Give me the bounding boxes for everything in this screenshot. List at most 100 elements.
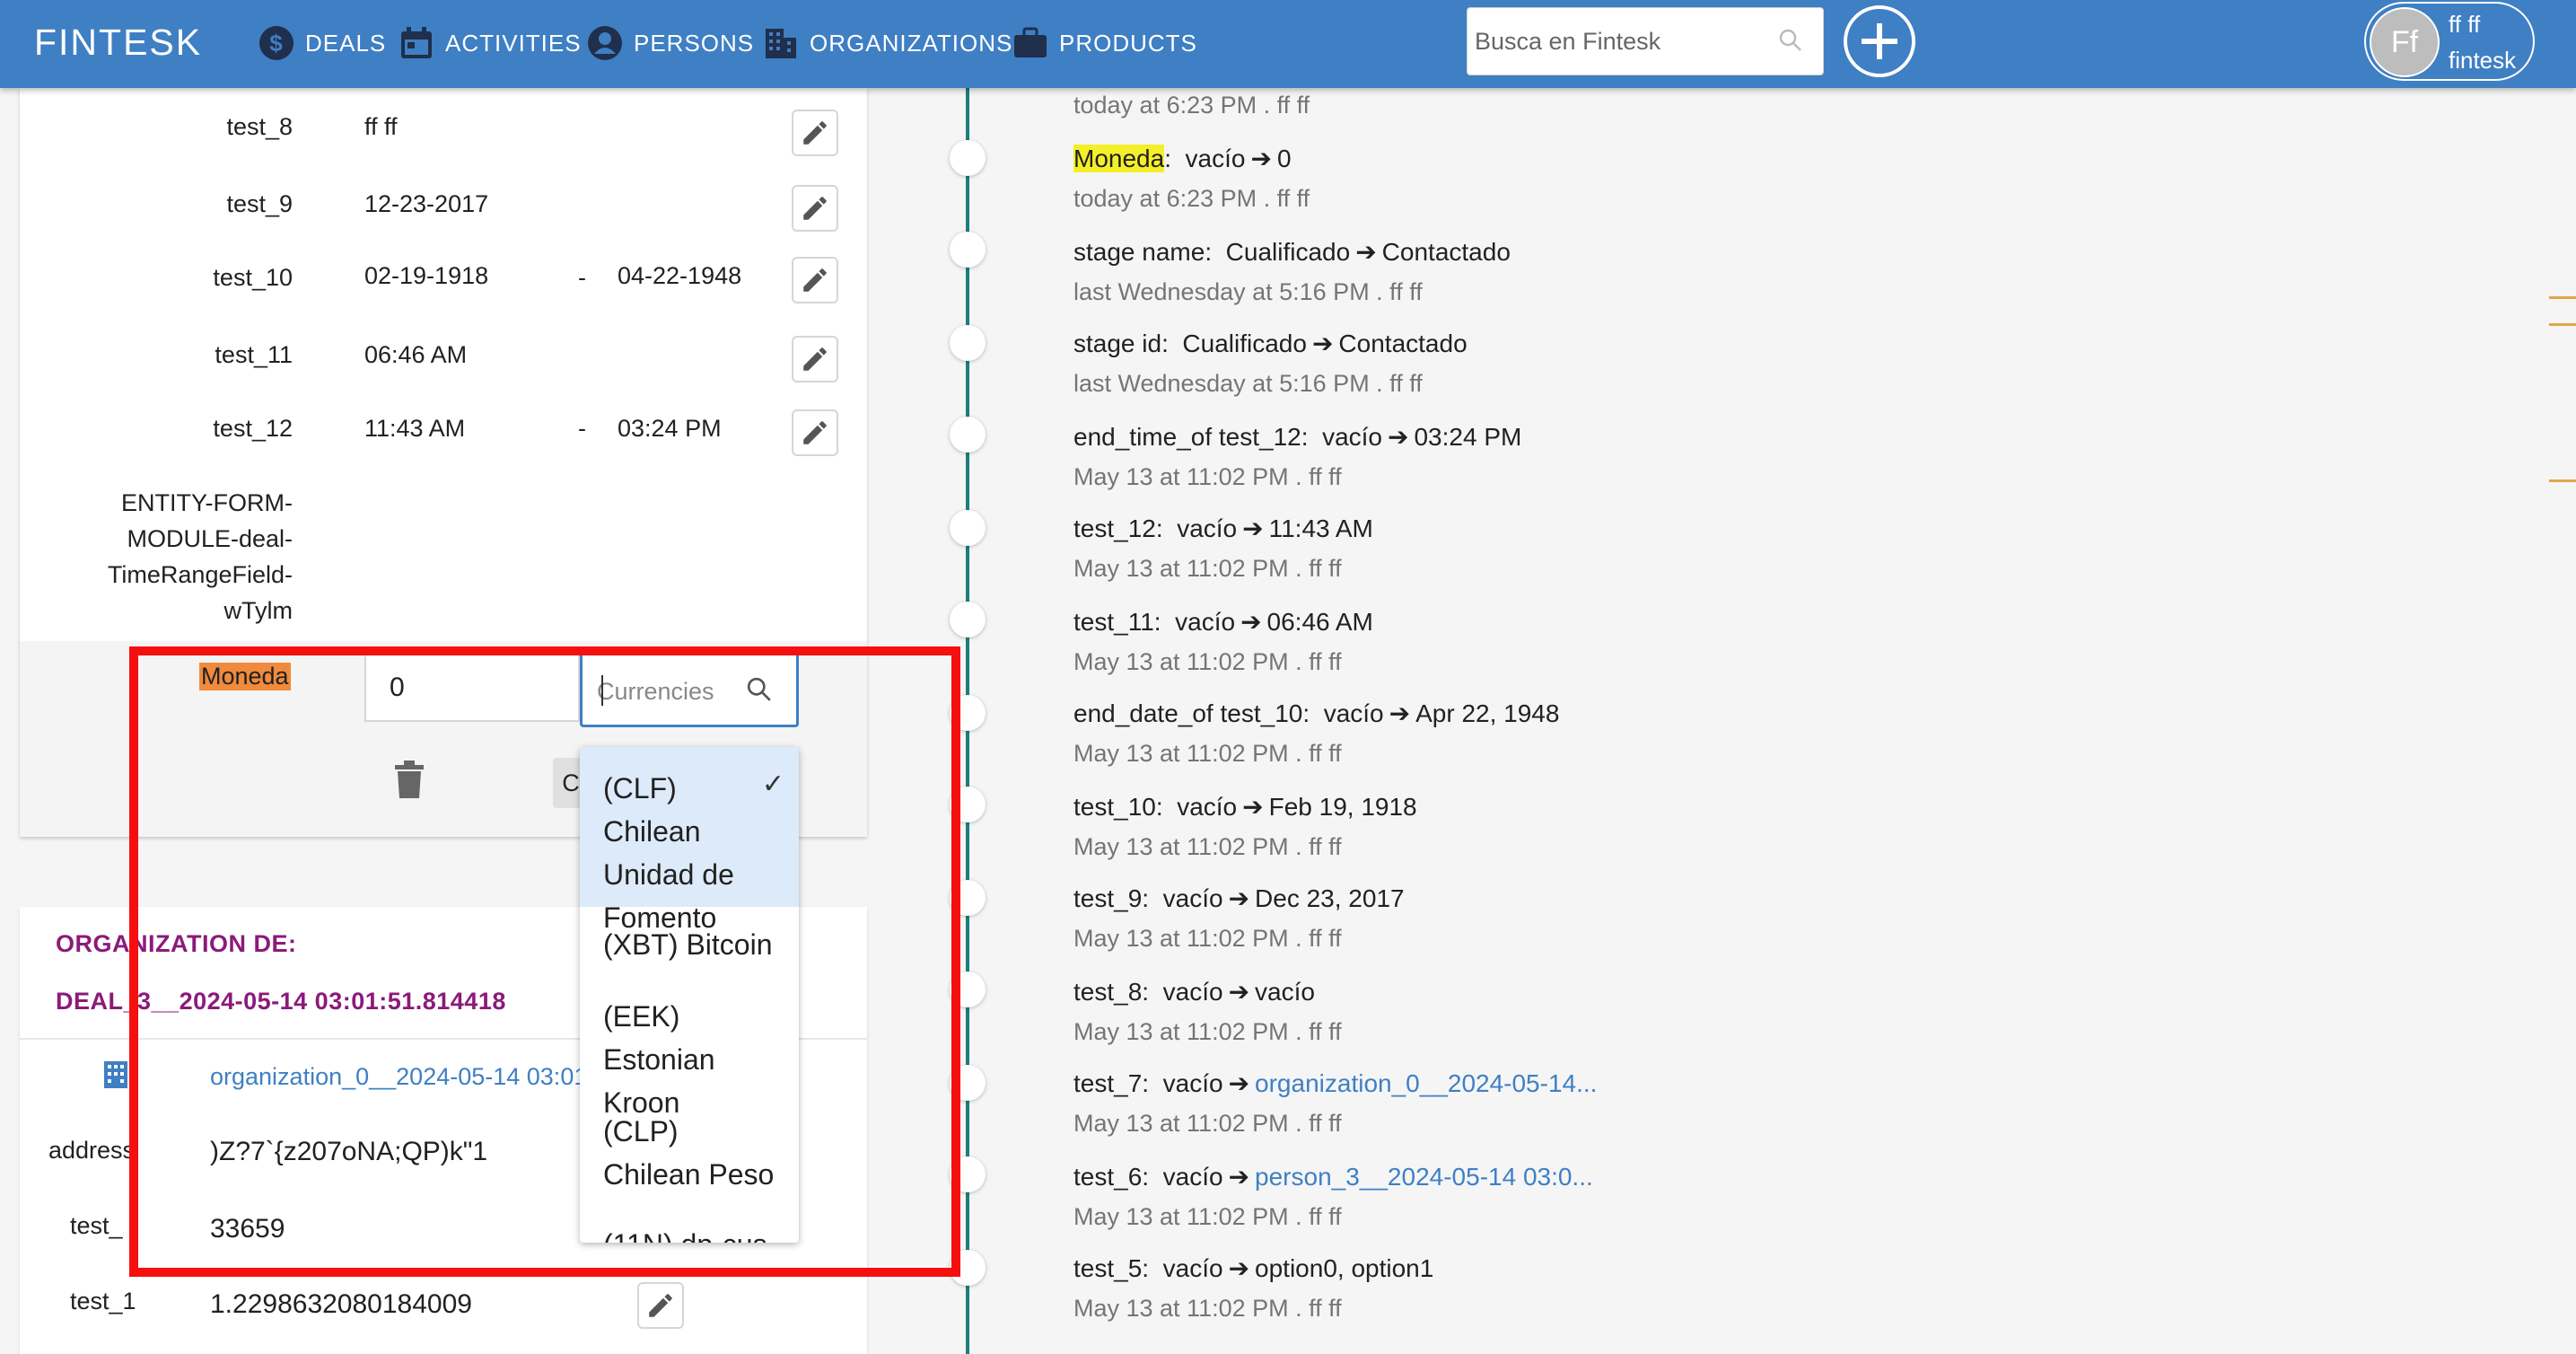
nav-persons[interactable]: PERSONS: [587, 18, 754, 68]
field-label-test-11: test_11: [215, 341, 293, 368]
search-icon[interactable]: [1778, 28, 1803, 53]
timeline-entry-meta: May 13 at 11:02 PM . ff ff: [1073, 1295, 1342, 1322]
pencil-icon: [803, 121, 827, 145]
timeline-entry-meta: May 13 at 11:02 PM . ff ff: [1073, 463, 1342, 490]
timeline-dot: [950, 1156, 986, 1192]
currency-option[interactable]: (11N) dp-cus: [580, 1223, 799, 1243]
timeline-dot: [950, 695, 986, 731]
edit-test-8-button[interactable]: [792, 110, 838, 156]
arrow-right-icon: ➔: [1355, 238, 1377, 266]
avatar: Ff: [2370, 7, 2440, 77]
currency-option[interactable]: (EEK) Estonian Kroon: [580, 995, 799, 1124]
field-label-test-9: test_9: [226, 190, 293, 217]
test-1-value: 1.2298632080184009: [210, 1289, 472, 1319]
timeline-entry-meta: last Wednesday at 5:16 PM . ff ff: [1073, 370, 1423, 397]
user-name: ff ff: [2449, 11, 2481, 38]
timeline-dot: [950, 602, 986, 637]
field-value-test-8: ff ff: [364, 113, 398, 140]
test-2-label: test_2: [70, 1212, 124, 1239]
nav-products-label: PRODUCTS: [1059, 29, 1197, 57]
arrow-right-icon: ➔: [1228, 978, 1250, 1006]
organization-link[interactable]: organization_0__2024-05-14 03:01:51: [210, 1063, 587, 1091]
brand-logo[interactable]: FINTESK: [34, 22, 202, 64]
arrow-right-icon: ➔: [1228, 884, 1250, 912]
field-value-test-9: 12-23-2017: [364, 190, 489, 217]
currency-option[interactable]: (CLF) Chilean Unidad de Fomento ✓: [580, 747, 799, 934]
timeline-entry-meta: today at 6:23 PM . ff ff: [1073, 185, 1310, 212]
timeline-entry: test_8: vacío ➔ vacío: [1073, 977, 1315, 1007]
moneda-label: Moneda: [199, 663, 291, 690]
timeline-field-name: test_8:: [1073, 978, 1150, 1006]
timeline-new-value: 03:24 PM: [1414, 423, 1522, 451]
arrow-right-icon: ➔: [1228, 1069, 1250, 1097]
field-label-test-12: test_12: [213, 415, 293, 442]
timeline-entry-meta: May 13 at 11:02 PM . ff ff: [1073, 1018, 1342, 1045]
text-caret: [601, 675, 603, 706]
nav-organizations[interactable]: ORGANIZATIONS: [763, 18, 1012, 68]
timeline-old-value: vacío: [1177, 514, 1238, 542]
svg-text:$: $: [269, 30, 283, 57]
timeline-old-value: vacío: [1177, 793, 1238, 821]
edit-test-1-button[interactable]: [637, 1282, 684, 1329]
edit-test-12-button[interactable]: [792, 409, 838, 456]
timeline-dot: [950, 1250, 986, 1286]
currency-select[interactable]: [580, 652, 799, 727]
arrow-right-icon: ➔: [1311, 330, 1334, 357]
timeline-dot: [950, 417, 986, 453]
user-organization: fintesk: [2449, 47, 2517, 74]
nav-deals[interactable]: $ DEALS: [258, 18, 386, 68]
edge-mark: [2549, 323, 2576, 326]
field-value-test-12-end: 03:24 PM: [618, 415, 722, 442]
timeline-new-value: Feb 19, 1918: [1268, 793, 1417, 821]
timeline-entry-meta: May 13 at 11:02 PM . ff ff: [1073, 555, 1342, 582]
timeline-field-name: test_9:: [1073, 884, 1150, 912]
edit-test-10-button[interactable]: [792, 257, 838, 303]
timeline-dot: [950, 510, 986, 546]
amount-input[interactable]: 0: [364, 654, 580, 722]
timeline-field-name: stage name:: [1073, 238, 1213, 266]
timeline-entry: test_6: vacío ➔ person_3__2024-05-14 03:0.…: [1073, 1162, 1593, 1191]
timeline-new-value-link[interactable]: person_3__2024-05-14 03:0...: [1255, 1163, 1593, 1191]
timeline-entry: Moneda: vacío ➔ 0: [1073, 145, 1292, 172]
timeline-field-name: test_6:: [1073, 1163, 1150, 1191]
currency-option-label: (11N) dp-cus: [603, 1228, 767, 1243]
currency-option-label: (CLP) Chilean Peso: [603, 1115, 775, 1191]
currency-option[interactable]: (CLP) Chilean Peso: [580, 1110, 799, 1196]
timeline-entry-meta: today at 6:23 PM . ff ff: [1073, 92, 1310, 119]
timeline-new-value: 11:43 AM: [1268, 514, 1373, 542]
timeline-old-value: Cualificado: [1182, 330, 1307, 357]
timeline-dot: [950, 880, 986, 916]
nav-activities-label: ACTIVITIES: [445, 29, 582, 57]
edit-test-11-button[interactable]: [792, 336, 838, 382]
timeline-entry-meta: May 13 at 11:02 PM . ff ff: [1073, 1203, 1342, 1230]
search-input[interactable]: [1473, 21, 1773, 62]
nav-activities[interactable]: ACTIVITIES: [399, 18, 582, 68]
timeline-new-value: 06:46 AM: [1266, 608, 1373, 636]
timeline-old-value: vacío: [1322, 423, 1383, 451]
timeline-new-value-link[interactable]: organization_0__2024-05-14...: [1255, 1069, 1597, 1097]
currency-search-input[interactable]: [595, 673, 742, 710]
trash-icon[interactable]: [391, 760, 427, 799]
timeline-field-name: Moneda: [1073, 145, 1165, 172]
arrow-right-icon: ➔: [1228, 1163, 1250, 1191]
test-2-value: 33659: [210, 1214, 285, 1244]
add-button[interactable]: [1844, 5, 1915, 77]
timeline-new-value: Dec 23, 2017: [1255, 884, 1405, 912]
building-icon: [104, 1061, 127, 1088]
arrow-right-icon: ➔: [1240, 608, 1262, 636]
nav-products[interactable]: PRODUCTS: [1012, 18, 1197, 68]
field-label-test-10: test_10: [213, 264, 293, 291]
timeline-old-value: vacío: [1162, 978, 1223, 1006]
timeline-entry-meta: May 13 at 11:02 PM . ff ff: [1073, 833, 1342, 860]
briefcase-icon: [1014, 27, 1047, 57]
person-icon: [588, 26, 622, 60]
building-icon: [766, 29, 796, 58]
timeline-dot: [950, 972, 986, 1007]
field-value-test-11: 06:46 AM: [364, 341, 468, 368]
edge-mark: [2549, 296, 2576, 299]
edit-test-9-button[interactable]: [792, 185, 838, 232]
currency-option[interactable]: (XBT) Bitcoin: [580, 923, 799, 966]
currency-option-label: (CLF) Chilean Unidad de Fomento: [603, 772, 734, 934]
timeline-new-value: Contactado: [1381, 238, 1511, 266]
user-menu[interactable]: Ff ff ff fintesk: [2364, 2, 2535, 81]
